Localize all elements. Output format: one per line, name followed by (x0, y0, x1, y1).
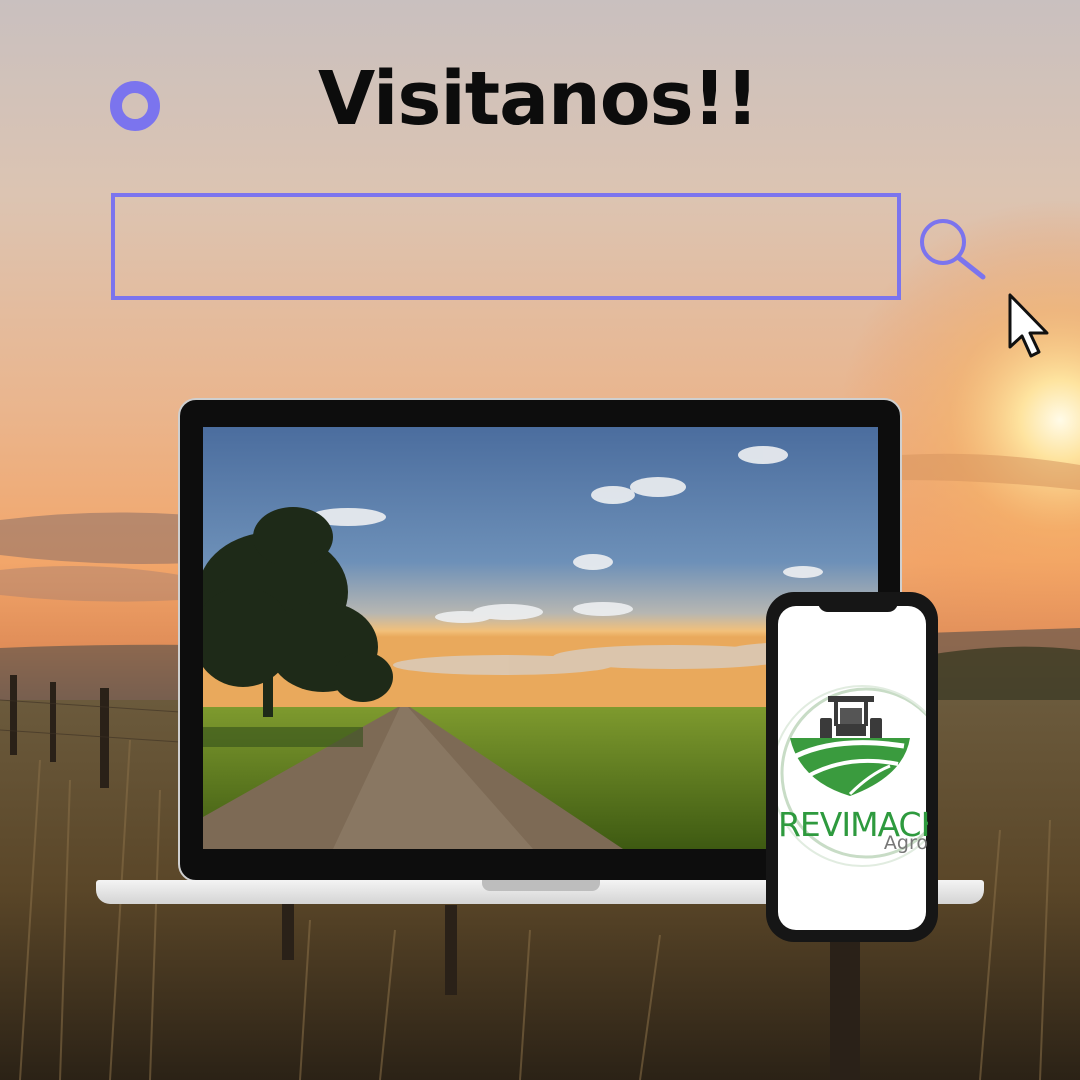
mouse-pointer-icon (1008, 293, 1049, 358)
search-input[interactable] (111, 193, 901, 300)
page-title: Visitanos!! (318, 56, 759, 142)
brand-subtitle: Agro (883, 832, 928, 854)
laptop-trackpad-notch (482, 880, 600, 891)
ring-icon (110, 81, 160, 131)
search-icon[interactable] (914, 213, 990, 285)
phone-notch (818, 598, 898, 612)
tractor-logo-icon (778, 685, 926, 867)
